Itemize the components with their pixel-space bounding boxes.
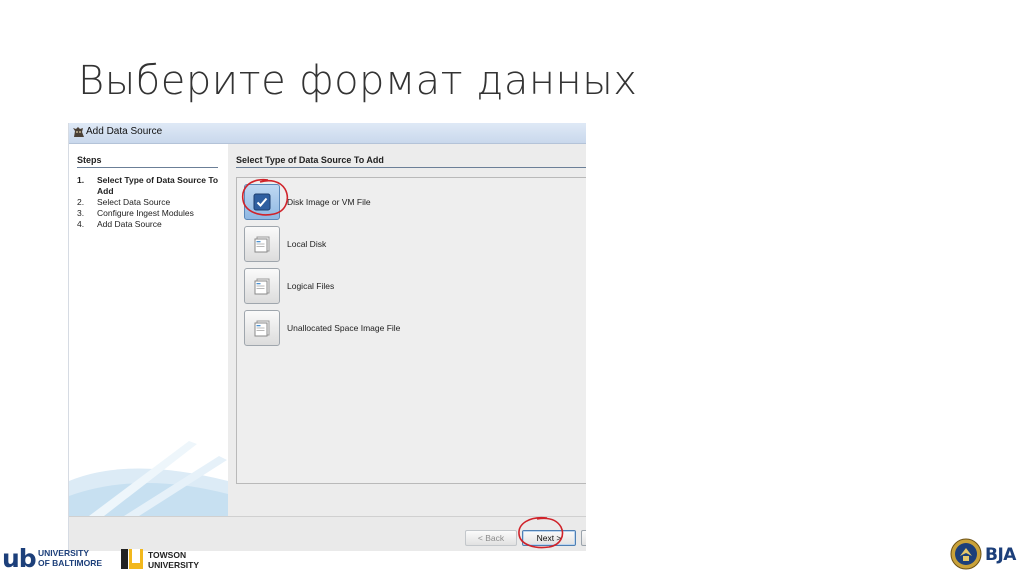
cancel-button[interactable] <box>581 530 586 546</box>
logical-files-toggle[interactable] <box>244 268 280 304</box>
slide-title: Выберите формат данных <box>78 58 638 104</box>
option-label: Unallocated Space Image File <box>287 323 401 333</box>
step-label: Select Type of Data Source To Add <box>97 175 219 196</box>
step-label: Select Data Source <box>97 197 171 207</box>
step-item: 1. Select Type of Data Source To Add <box>77 175 219 196</box>
option-disk-image[interactable]: Disk Image or VM File <box>244 184 544 220</box>
option-label: Local Disk <box>287 239 327 249</box>
step-label: Configure Ingest Modules <box>97 208 194 218</box>
ub-wordmark: UNIVERSITY OF BALTIMORE <box>38 548 103 568</box>
step-item: 3. Configure Ingest Modules <box>77 208 194 218</box>
add-data-source-window: Add Data Source Steps 1. Select Type of … <box>68 123 586 551</box>
step-label: Add Data Source <box>97 219 162 229</box>
option-label: Logical Files <box>287 281 335 291</box>
local-disk-toggle[interactable] <box>244 226 280 262</box>
bja-logo: BJA <box>948 536 1022 574</box>
steps-list: 1. Select Type of Data Source To Add 2. … <box>77 175 225 230</box>
steps-pane: Steps 1. Select Type of Data Source To A… <box>69 144 228 516</box>
source-type-pane: Select Type of Data Source To Add Disk I… <box>229 144 586 516</box>
files-icon <box>254 278 270 295</box>
unallocated-space-toggle[interactable] <box>244 310 280 346</box>
step-item: 4. Add Data Source <box>77 219 162 229</box>
window-title: Add Data Source <box>86 126 163 137</box>
disk-icon <box>254 236 270 253</box>
option-logical-files[interactable]: Logical Files <box>244 268 544 304</box>
steps-header: Steps <box>77 155 218 168</box>
towson-wordmark: TOWSON UNIVERSITY <box>148 550 200 570</box>
files-icon <box>254 320 270 337</box>
window-titlebar[interactable]: Add Data Source <box>69 123 586 144</box>
source-type-options: Disk Image or VM File Local Disk Logical… <box>236 177 586 484</box>
option-local-disk[interactable]: Local Disk <box>244 226 544 262</box>
option-unallocated-space[interactable]: Unallocated Space Image File <box>244 310 544 346</box>
towson-university-logo: TOWSON UNIVERSITY <box>118 544 208 574</box>
bja-wordmark: BJA <box>985 545 1016 565</box>
panel-header: Select Type of Data Source To Add <box>236 155 586 168</box>
doj-seal-icon <box>950 538 982 570</box>
option-label: Disk Image or VM File <box>287 197 371 207</box>
towson-tiger-icon <box>121 549 143 569</box>
university-of-baltimore-logo: ub UNIVERSITY OF BALTIMORE <box>0 542 110 574</box>
next-button[interactable]: Next > <box>522 530 576 546</box>
decorative-swoosh <box>69 441 228 516</box>
ub-mark: ub <box>2 544 37 573</box>
step-item: 2. Select Data Source <box>77 197 171 207</box>
disk-image-toggle[interactable] <box>244 184 280 220</box>
back-button[interactable]: < Back <box>465 530 517 546</box>
autopsy-dog-icon <box>73 127 84 137</box>
checkmark-icon <box>253 193 271 211</box>
